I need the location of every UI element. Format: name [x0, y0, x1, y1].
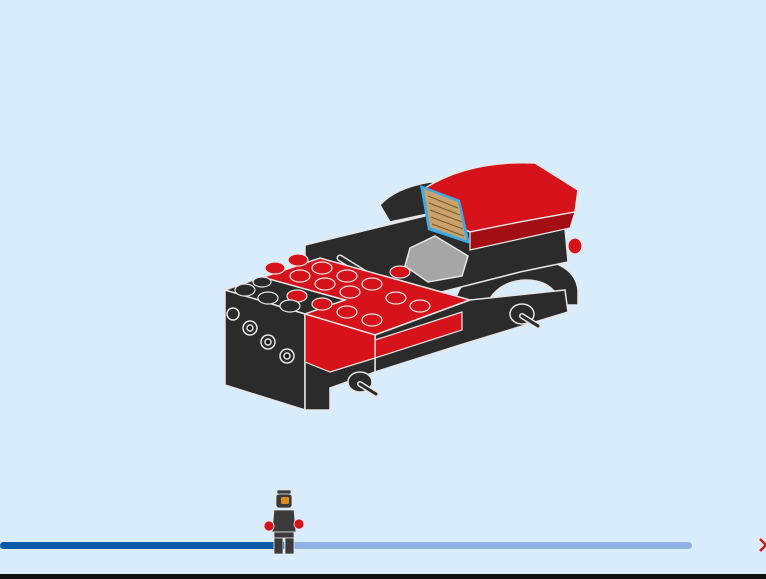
chevron-right-icon[interactable] [759, 537, 766, 553]
instruction-page [0, 0, 766, 579]
build-progress-fill [0, 542, 284, 549]
minifigure-icon[interactable] [263, 488, 304, 558]
car-model-illustration [222, 161, 583, 412]
front-axle-pin [347, 371, 379, 397]
bottom-edge-bar [0, 574, 766, 579]
build-progress-bar [0, 542, 692, 549]
